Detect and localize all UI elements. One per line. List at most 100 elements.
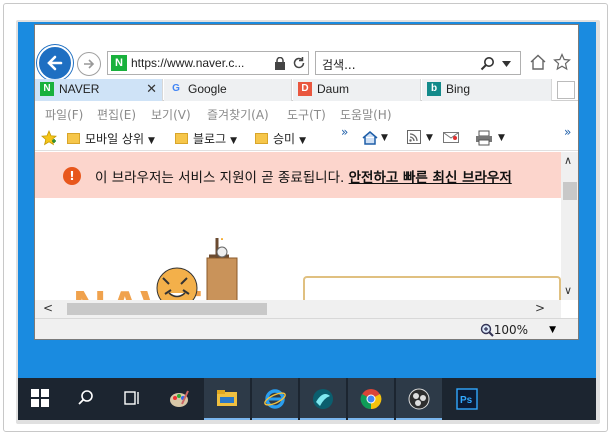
naver-search-box[interactable] (303, 276, 561, 300)
taskbar-obs[interactable] (396, 378, 442, 420)
scroll-right-icon[interactable]: > (535, 301, 545, 315)
command-bar-more-chevron[interactable]: » (564, 125, 571, 139)
banner-link[interactable]: 안전하고 빠른 최신 브라우저 (349, 170, 512, 186)
horizontal-scrollbar[interactable]: < > (35, 300, 561, 318)
search-input[interactable]: 검색... (315, 51, 521, 75)
daum-favicon: D (298, 82, 312, 96)
internet-explorer-icon (264, 389, 286, 409)
paint-icon (170, 390, 189, 407)
bing-favicon: b (427, 82, 441, 96)
favorites-star-icon[interactable] (553, 53, 571, 71)
task-view-button[interactable] (110, 378, 156, 420)
menu-tools[interactable]: 도구(T) (287, 106, 326, 123)
address-row: N https://www.naver.c... 검색... (35, 25, 578, 81)
mail-icon[interactable] (443, 130, 459, 144)
windows-start-icon (31, 389, 49, 407)
url-text[interactable]: https://www.naver.c... (131, 56, 244, 70)
menu-help[interactable]: 도움말(H) (340, 106, 392, 123)
tab-daum[interactable]: D Daum (293, 79, 421, 101)
obs-icon (408, 388, 430, 410)
chevron-down-icon[interactable]: ▼ (426, 133, 433, 143)
forward-arrow-icon (84, 59, 95, 69)
browser-support-banner: ! 이 브라우저는 서비스 지원이 곧 종료됩니다. 안전하고 빠른 최신 브라… (35, 152, 561, 198)
chrome-icon (360, 389, 382, 410)
tab-label: Google (188, 82, 227, 96)
google-favicon: G (172, 83, 180, 94)
folder-icon (175, 133, 188, 144)
taskbar-app[interactable] (300, 378, 346, 420)
favorite-folder-mobile[interactable]: 모바일 상위 ▼ (67, 130, 155, 147)
new-tab-button[interactable] (557, 81, 575, 99)
back-button[interactable] (37, 45, 73, 81)
scroll-left-icon[interactable]: < (43, 301, 53, 315)
taskbar-file-explorer[interactable] (204, 378, 250, 420)
scroll-up-icon[interactable]: ∧ (564, 154, 572, 167)
address-bar[interactable]: N https://www.naver.c... (107, 51, 309, 75)
home-icon[interactable] (529, 53, 547, 71)
home-icon[interactable] (362, 130, 378, 146)
page-content: NAVER (35, 198, 561, 300)
chevron-down-icon: ▼ (230, 136, 238, 146)
naver-favicon: N (40, 82, 54, 96)
favorites-more-chevron[interactable]: » (341, 125, 348, 139)
taskbar: Ps (18, 378, 596, 420)
chevron-down-icon[interactable]: ▼ (549, 325, 556, 335)
chevron-down-icon: ▼ (299, 136, 307, 146)
forward-button[interactable] (77, 52, 101, 76)
search-icon[interactable] (480, 56, 495, 71)
task-view-icon (124, 391, 139, 405)
favorite-folder-seungmi[interactable]: 승미 ▼ (255, 130, 306, 147)
folder-icon (67, 133, 80, 144)
feeds-icon[interactable] (407, 130, 421, 144)
refresh-icon[interactable] (292, 56, 306, 70)
close-icon[interactable]: ✕ (146, 81, 157, 97)
chevron-down-icon[interactable]: ▼ (381, 133, 388, 143)
tab-strip: N NAVER ✕ G Google D Daum b Bing (35, 79, 578, 101)
taskbar-paint[interactable] (156, 378, 202, 420)
ie-window: — ☐ ✕ N https://www.naver.c... (34, 24, 579, 340)
start-button[interactable] (18, 378, 64, 420)
warning-icon: ! (63, 167, 81, 185)
menu-edit[interactable]: 편집(E) (97, 106, 136, 123)
menu-favorites[interactable]: 즐겨찾기(A) (207, 106, 269, 123)
zoom-icon[interactable] (480, 323, 494, 337)
tab-naver[interactable]: N NAVER ✕ (35, 79, 163, 101)
scroll-thumb[interactable] (67, 303, 267, 315)
taskbar-chrome[interactable] (348, 378, 394, 420)
tab-bing[interactable]: b Bing (422, 79, 552, 101)
chevron-down-icon[interactable] (502, 61, 511, 67)
zoom-level[interactable]: 100% (494, 323, 528, 337)
menu-file[interactable]: 파일(F) (45, 106, 83, 123)
tab-google[interactable]: G Google (164, 79, 292, 101)
chevron-down-icon[interactable]: ▼ (498, 133, 505, 143)
folder-icon (255, 133, 268, 144)
banner-message: 이 브라우저는 서비스 지원이 곧 종료됩니다. 안전하고 빠른 최신 브라우저 (95, 170, 512, 186)
search-placeholder: 검색... (322, 58, 356, 72)
status-bar: 100% ▼ (35, 318, 578, 339)
screenshot-frame: — ☐ ✕ N https://www.naver.c... (3, 3, 608, 432)
chevron-down-icon: ▼ (148, 136, 155, 146)
scroll-thumb[interactable] (563, 182, 577, 200)
menu-view[interactable]: 보기(V) (151, 106, 191, 123)
tab-label: NAVER (59, 82, 100, 96)
print-icon[interactable] (475, 130, 493, 146)
tab-label: Bing (446, 82, 471, 96)
vertical-scrollbar[interactable]: ∧ ∨ (561, 152, 578, 300)
app-icon (313, 389, 333, 409)
taskbar-search-button[interactable] (64, 378, 110, 420)
scroll-down-icon[interactable]: ∨ (564, 284, 572, 297)
desktop: — ☐ ✕ N https://www.naver.c... (18, 22, 596, 420)
svg-text:Ps: Ps (460, 395, 473, 406)
file-explorer-icon (217, 390, 237, 406)
naver-favicon: N (111, 55, 127, 71)
tab-label: Daum (317, 82, 350, 96)
favorites-bar: 모바일 상위 ▼ 블로그 ▼ 승미 ▼ » ▼ ▼ ▼ » (35, 125, 578, 151)
lock-icon[interactable] (274, 57, 286, 70)
back-arrow-icon (47, 55, 63, 71)
add-favorite-icon[interactable] (41, 130, 57, 146)
menu-bar: 파일(F) 편집(E) 보기(V) 즐겨찾기(A) 도구(T) 도움말(H) (35, 102, 578, 124)
favorite-folder-blog[interactable]: 블로그 ▼ (175, 130, 237, 147)
taskbar-ie[interactable] (252, 378, 298, 420)
naver-doodle-image[interactable] (117, 238, 267, 300)
taskbar-photoshop[interactable]: Ps (444, 378, 490, 420)
